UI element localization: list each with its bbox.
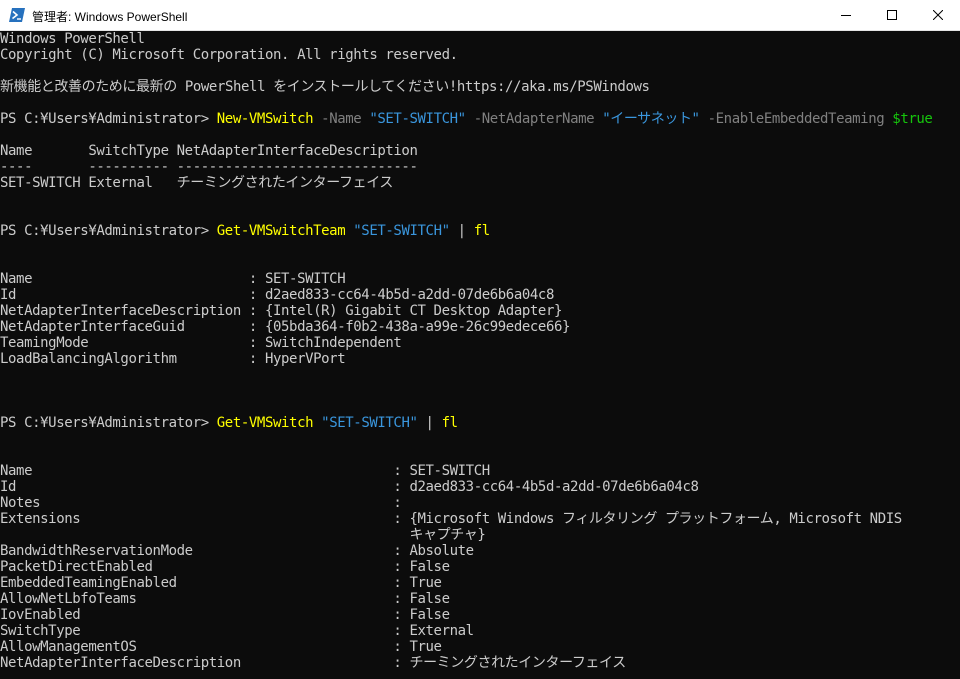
close-button[interactable] [915, 0, 960, 31]
property-line: NetAdapterInterfaceDescription : {Intel(… [0, 303, 563, 319]
table-divider: ---- ---------- ------------------------… [0, 159, 418, 175]
property-line: Extensions : {Microsoft Windows フィルタリング … [0, 511, 902, 527]
prompt-line: PS C:¥Users¥Administrator> New-VMSwitch … [0, 111, 933, 127]
title-bar[interactable]: 管理者: Windows PowerShell [0, 0, 960, 31]
string-argument: "SET-SWITCH" [321, 415, 418, 431]
window-title: 管理者: Windows PowerShell [32, 10, 188, 24]
property-line: NetAdapterInterfaceDescription : チーミングされ… [0, 655, 626, 671]
property-line: SwitchType : External [0, 623, 474, 639]
update-notice: 新機能と改善のために最新の PowerShell をインストールしてください!h… [0, 79, 650, 95]
banner-line: Copyright (C) Microsoft Corporation. All… [0, 47, 458, 63]
powershell-icon [9, 8, 25, 22]
property-line: PacketDirectEnabled : False [0, 559, 450, 575]
property-line: キャプチャ} [0, 527, 486, 543]
prompt-line: PS C:¥Users¥Administrator> Get-VMSwitch … [0, 415, 458, 431]
minimize-icon [841, 15, 851, 16]
property-line: Notes : [0, 495, 402, 511]
maximize-icon [887, 10, 897, 20]
command-name: Get-VMSwitchTeam [216, 223, 346, 239]
console-output[interactable]: Windows PowerShell Copyright (C) Microso… [0, 31, 960, 679]
table-header: Name SwitchType NetAdapterInterfaceDescr… [0, 143, 418, 159]
parameter: -Name [313, 111, 370, 127]
table-row: SET-SWITCH External チーミングされたインターフェイス [0, 175, 393, 191]
prompt-text: PS C:¥Users¥Administrator> [0, 415, 217, 431]
property-line: Id : d2aed833-cc64-4b5d-a2dd-07de6b6a04c… [0, 479, 699, 495]
variable: $true [892, 111, 933, 127]
command-name: fl [473, 223, 490, 239]
close-icon [933, 10, 943, 20]
property-line: TeamingMode : SwitchIndependent [0, 335, 402, 351]
property-line: AllowManagementOS : True [0, 639, 442, 655]
command-name: fl [441, 415, 458, 431]
banner-line: Windows PowerShell [0, 31, 145, 47]
string-argument: "SET-SWITCH" [369, 111, 466, 127]
property-line: BandwidthReservationMode : Absolute [0, 543, 474, 559]
property-line: Id : d2aed833-cc64-4b5d-a2dd-07de6b6a04c… [0, 287, 554, 303]
property-line: IovEnabled : False [0, 607, 450, 623]
property-line: Name : SET-SWITCH [0, 463, 490, 479]
property-line: NetAdapterInterfaceGuid : {05bda364-f0b2… [0, 319, 571, 335]
property-line: Name : SET-SWITCH [0, 271, 346, 287]
command-name: Get-VMSwitch [216, 415, 314, 431]
prompt-line: PS C:¥Users¥Administrator> Get-VMSwitchT… [0, 223, 490, 239]
prompt-text: PS C:¥Users¥Administrator> [0, 111, 217, 127]
pipe-operator: | [449, 223, 474, 239]
property-line: LoadBalancingAlgorithm : HyperVPort [0, 351, 346, 367]
pipe-operator: | [417, 415, 442, 431]
minimize-button[interactable] [823, 0, 869, 31]
command-name: New-VMSwitch [216, 111, 314, 127]
property-line: EmbeddedTeamingEnabled : True [0, 575, 442, 591]
parameter: -EnableEmbeddedTeaming [699, 111, 893, 127]
maximize-button[interactable] [869, 0, 915, 31]
prompt-text: PS C:¥Users¥Administrator> [0, 223, 217, 239]
parameter: -NetAdapterName [465, 111, 603, 127]
property-line: AllowNetLbfoTeams : False [0, 591, 450, 607]
string-argument: "イーサネット" [602, 111, 700, 127]
string-argument: "SET-SWITCH" [353, 223, 450, 239]
